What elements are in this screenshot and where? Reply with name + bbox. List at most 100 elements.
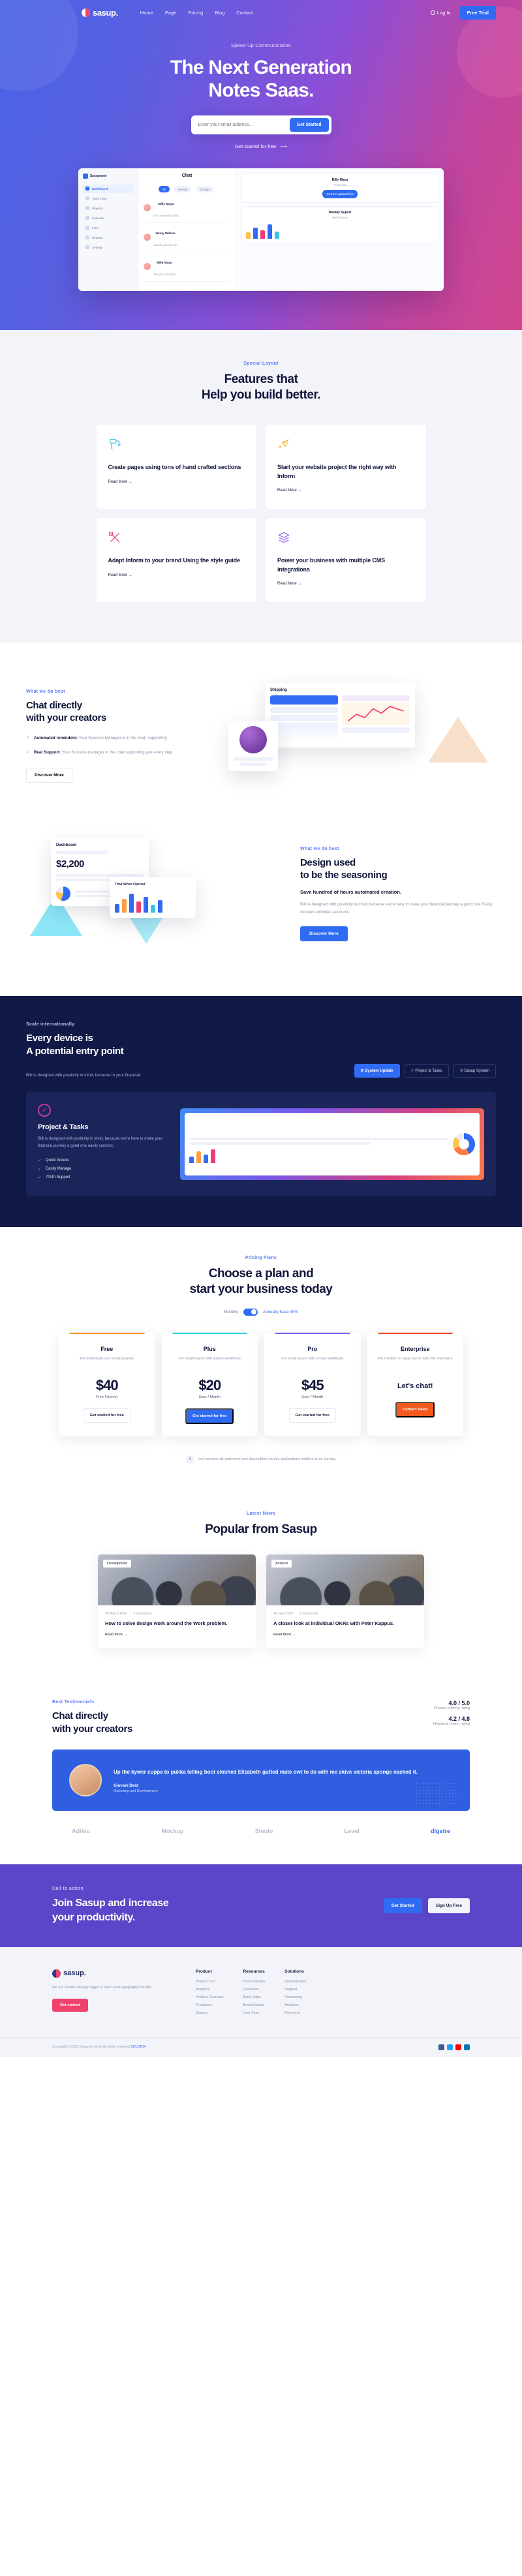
feature-card[interactable]: Power your business with multiple CMS in… — [266, 518, 426, 603]
copyright-link[interactable]: SOLORIX — [130, 2045, 146, 2049]
footer-logo[interactable]: sasup. — [52, 1969, 176, 1978]
app-sidebar-item[interactable]: Dashboard — [83, 184, 133, 193]
nav-link-blog[interactable]: Blog — [215, 10, 224, 16]
panel-list-item: ✓ Quick Access — [38, 1159, 70, 1164]
cta-section: Call to action Join Sasup and increase y… — [0, 1864, 522, 1947]
bar — [211, 1149, 215, 1163]
item-icon — [85, 206, 89, 211]
nav-link-page[interactable]: Page — [165, 10, 177, 16]
hero-title: The Next Generation Notes Saas. — [0, 56, 522, 102]
app-sidebar-item[interactable]: Reports — [83, 234, 133, 242]
features-grid: Create pages using tons of hand crafted … — [96, 425, 426, 603]
billing-toggle-switch[interactable] — [243, 1308, 258, 1316]
design-discover-button[interactable]: Discover More — [300, 926, 348, 941]
item-icon — [85, 235, 89, 240]
mock-metric: $2,200 — [56, 858, 84, 870]
footer-link[interactable]: Spaces — [196, 2011, 224, 2015]
feature-card[interactable]: Adapt Inform to your brand Using the sty… — [96, 518, 256, 603]
app-sidebar-item[interactable]: Settings — [83, 243, 133, 252]
donut-chart — [453, 1132, 475, 1155]
feature-readmore-link[interactable]: Read More → — [108, 480, 132, 484]
cta-get-started-button[interactable]: Get Started — [383, 1898, 422, 1913]
chat-row[interactable]: Jenny Wilson Sounds great to me — [144, 223, 230, 252]
plan-cta-button[interactable]: Get started for free — [83, 1408, 130, 1423]
testimonial-heading: Best Testimonials Chat directly with you… — [52, 1700, 132, 1735]
youtube-icon[interactable] — [455, 2044, 461, 2050]
blog-title: Popular from Sasup — [205, 1522, 317, 1536]
cta-copy: Call to action Join Sasup and increase y… — [52, 1887, 169, 1924]
plan-cta-button[interactable]: Get started for free — [185, 1408, 234, 1424]
blog-card[interactable]: Analysis 14 June 2022 2 Comments A close… — [266, 1554, 424, 1648]
blog-comments: 2 Comments — [133, 1611, 152, 1616]
tab-sasup-system[interactable]: ⟲ Sasup System — [453, 1064, 496, 1078]
feature-readmore-link[interactable]: Read More → — [277, 489, 301, 492]
chat-pill[interactable]: Unread — [174, 186, 192, 193]
avatar — [144, 263, 151, 271]
feature-card[interactable]: Create pages using tons of hand crafted … — [96, 425, 256, 509]
blog-card[interactable]: Development 20 March 2022 2 Comments How… — [98, 1554, 256, 1648]
plan-cta-button[interactable]: Contact Sales — [395, 1401, 435, 1417]
footer-get-started-button[interactable]: Get started — [52, 1998, 88, 2012]
nav-link-contact[interactable]: Contact — [236, 10, 253, 16]
footer-link[interactable]: Demonstrates — [284, 1980, 307, 1984]
chat-pill[interactable]: All — [158, 186, 170, 193]
feature-card[interactable]: Start your website project the right way… — [266, 425, 426, 509]
chat-msg: Let's review the deck — [153, 213, 179, 217]
app-sidebar-item[interactable]: Calendar — [83, 214, 133, 222]
chat-split: What we do best Chat directly with your … — [26, 680, 496, 791]
pricing-section: Pricing Plans Choose a plan and start yo… — [0, 1227, 522, 1489]
chat-eyebrow: What we do best — [26, 689, 65, 694]
brand-logo[interactable]: sasup. — [82, 8, 118, 18]
footer-link[interactable]: Analytics — [196, 1988, 224, 1992]
footer-link[interactable]: Demonstrates — [243, 1980, 266, 1984]
plan-cta-button[interactable]: Get started for free — [288, 1408, 336, 1423]
chat-pill[interactable]: Groups — [196, 186, 214, 193]
feature-readmore-link[interactable]: Read More → — [108, 573, 132, 577]
blog-readmore-link[interactable]: Read More → — [273, 1633, 296, 1637]
footer-link[interactable]: Build Helps — [243, 1995, 266, 1999]
get-started-button[interactable]: Get Started — [289, 117, 329, 132]
blog-date: 14 June 2022 — [273, 1611, 294, 1616]
cta-signup-button[interactable]: Sign Up Free — [427, 1898, 470, 1913]
tab-system-update[interactable]: ⟳ System Update — [354, 1064, 400, 1078]
footer-link[interactable]: Brand Assets — [243, 2003, 266, 2007]
free-trial-button[interactable]: Free Trial — [459, 6, 496, 20]
footer: sasup. We are master visually, trigger i… — [0, 1947, 522, 2057]
app-sidebar-item[interactable]: Files — [83, 224, 133, 232]
footer-link[interactable]: Product Overview — [196, 1995, 224, 1999]
nav-link-pricing[interactable]: Pricing — [188, 10, 203, 16]
cta-title-line1: Join Sasup and increase — [52, 1898, 169, 1909]
footer-column-title: Solutions — [284, 1969, 304, 1974]
login-link[interactable]: Log In — [430, 10, 451, 16]
app-sidebar-item[interactable]: Projects — [83, 204, 133, 213]
testimonial-eyebrow: Best Testimonials — [52, 1700, 95, 1705]
feature-title: Create pages using tons of hand crafted … — [108, 464, 241, 471]
footer-link[interactable]: Support — [284, 1988, 307, 1992]
chat-row[interactable]: Marc RoggeUploaded the assets — [144, 282, 230, 291]
facebook-icon[interactable] — [438, 2044, 444, 2050]
testimonial-header: Best Testimonials Chat directly with you… — [52, 1700, 470, 1735]
features-eyebrow: Special Layout — [243, 361, 279, 366]
footer-link[interactable]: Analytics — [284, 2003, 307, 2007]
footer-link[interactable]: Payments — [284, 2011, 307, 2015]
footer-link[interactable]: Processing — [284, 1995, 307, 1999]
chat-discover-button[interactable]: Discover More — [26, 767, 72, 783]
tab-project-tasks[interactable]: ✓ Project & Tasks — [404, 1064, 449, 1078]
footer-link[interactable]: Questions — [243, 1988, 266, 1992]
chat-row[interactable]: Billy Maya See you tomorrow — [144, 252, 230, 282]
chat-row[interactable]: Billy Maya Let's review the deck — [144, 194, 230, 223]
nav-link-home[interactable]: Home — [140, 10, 153, 16]
footer-link[interactable]: User Flow — [243, 2011, 266, 2015]
bullet-text: Your Success manager in the chat support… — [61, 750, 174, 755]
linkedin-icon[interactable] — [464, 2044, 470, 2050]
panel-title: Project & Tasks — [38, 1123, 89, 1132]
footer-link[interactable]: Templates — [196, 2003, 224, 2007]
blog-readmore-link[interactable]: Read More → — [105, 1633, 127, 1637]
footer-link[interactable]: Product Tour — [196, 1980, 224, 1984]
twitter-icon[interactable] — [447, 2044, 453, 2050]
feature-readmore-link[interactable]: Read More → — [277, 582, 301, 586]
app-sidebar-item[interactable]: Team Chat — [83, 194, 133, 203]
chat-bullets: ✓ Automated reminders: Your Success Mana… — [26, 735, 222, 756]
logo-mark-icon — [82, 8, 90, 17]
email-input[interactable] — [193, 122, 287, 127]
